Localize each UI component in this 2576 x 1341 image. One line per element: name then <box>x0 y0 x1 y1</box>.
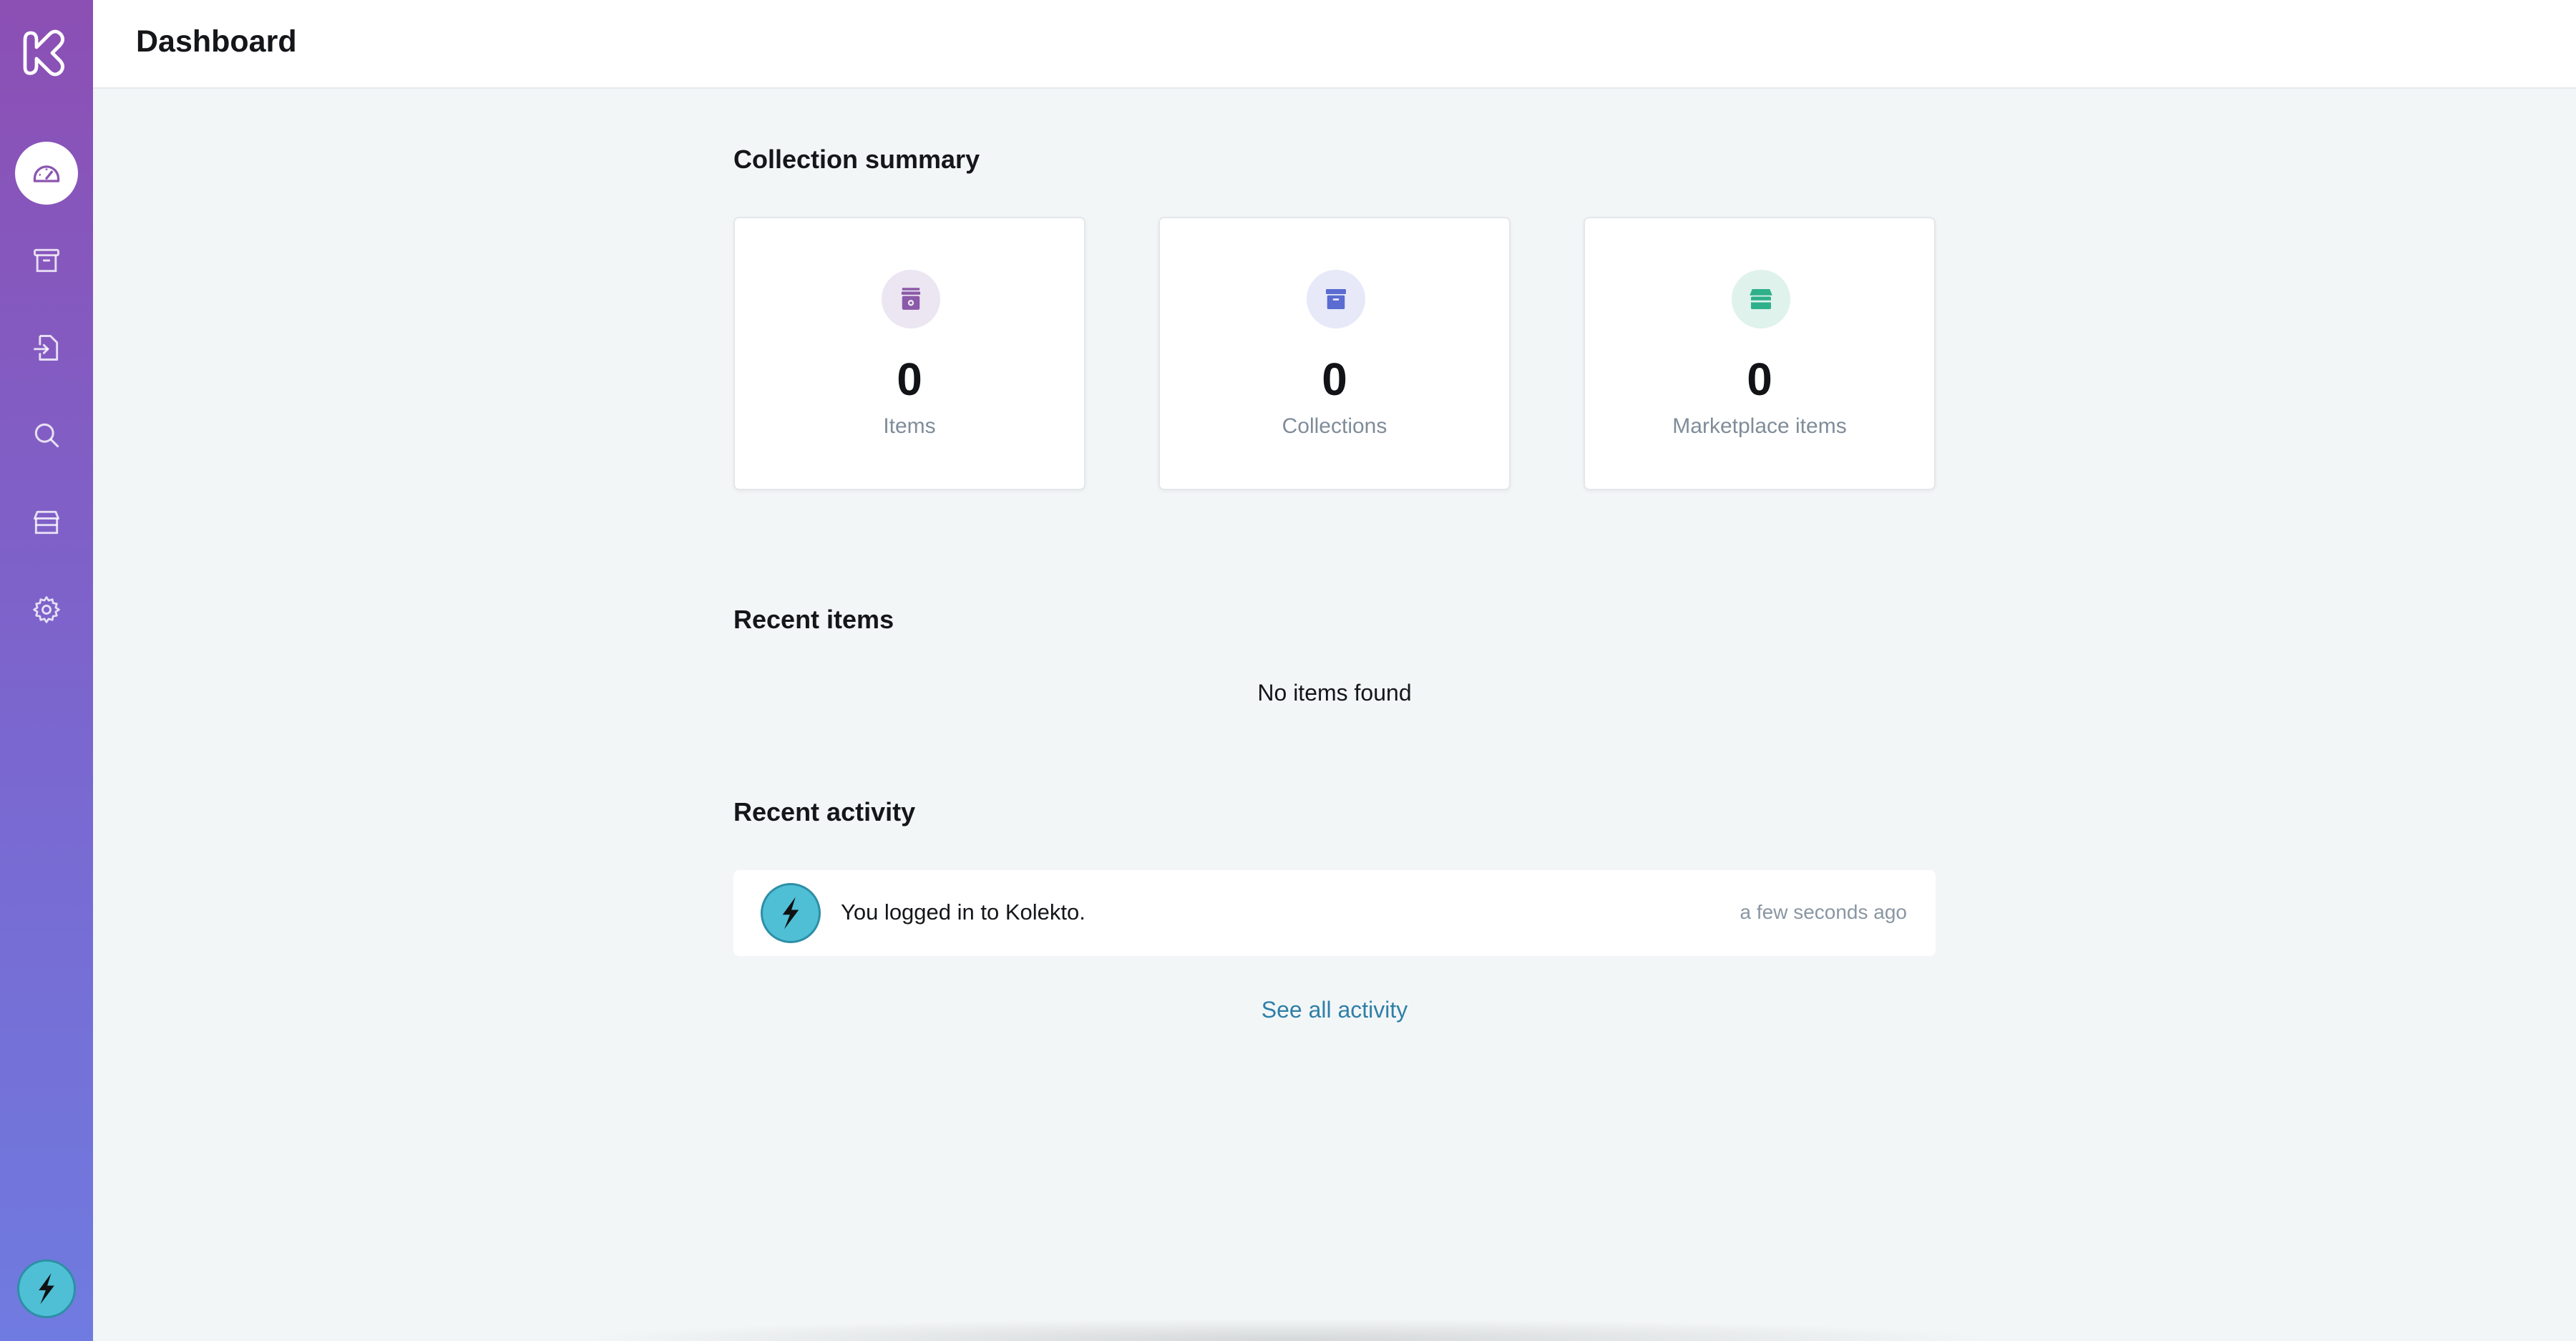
user-avatar <box>761 883 821 943</box>
sidebar <box>0 0 93 1341</box>
activity-timestamp: a few seconds ago <box>1740 901 1908 923</box>
lightning-bolt-icon <box>782 897 799 930</box>
stat-card-collections[interactable]: 0 Collections <box>1158 217 1511 490</box>
activity-entry: You logged in to Kolekto. a few seconds … <box>733 870 1936 956</box>
footer-shadow <box>572 1318 2004 1341</box>
items-label: Items <box>883 414 936 438</box>
recent-items-title: Recent items <box>733 605 894 634</box>
app-root: Dashboard Collection summary 0 Items 0 C… <box>0 0 2576 1341</box>
marketplace-count: 0 <box>1747 353 1772 405</box>
file-import-icon <box>34 335 59 361</box>
collections-count: 0 <box>1322 353 1347 405</box>
user-avatar[interactable] <box>17 1259 76 1318</box>
lightning-bolt-icon <box>39 1273 54 1305</box>
storefront-icon <box>34 510 59 535</box>
recent-activity-title: Recent activity <box>733 797 916 826</box>
sidebar-item-collections[interactable] <box>15 229 78 292</box>
sidebar-item-settings[interactable] <box>15 578 78 641</box>
collections-label: Collections <box>1282 414 1387 438</box>
storefront-icon <box>1732 270 1790 328</box>
stat-card-items[interactable]: 0 Items <box>733 217 1085 490</box>
sidebar-item-dashboard[interactable] <box>15 142 78 205</box>
no-items-message: No items found <box>1257 680 1412 706</box>
speedometer-icon <box>33 165 60 182</box>
archive-icon <box>34 248 59 273</box>
stat-card-marketplace[interactable]: 0 Marketplace items <box>1584 217 1936 490</box>
top-bar: Dashboard <box>93 0 2576 89</box>
sidebar-item-marketplace[interactable] <box>15 491 78 554</box>
activity-text: You logged in to Kolekto. <box>841 899 1085 925</box>
sidebar-item-search[interactable] <box>15 404 78 467</box>
gear-icon <box>33 596 60 623</box>
archive-icon <box>1307 270 1365 328</box>
search-icon <box>34 423 59 448</box>
collection-summary-title: Collection summary <box>733 145 980 174</box>
item-box-icon <box>882 270 940 328</box>
see-all-activity-link[interactable]: See all activity <box>733 997 1936 1023</box>
sidebar-item-import[interactable] <box>15 316 78 379</box>
items-count: 0 <box>897 353 922 405</box>
marketplace-label: Marketplace items <box>1672 414 1847 438</box>
page-title: Dashboard <box>136 24 297 59</box>
kolekto-logo-icon[interactable] <box>18 24 75 82</box>
